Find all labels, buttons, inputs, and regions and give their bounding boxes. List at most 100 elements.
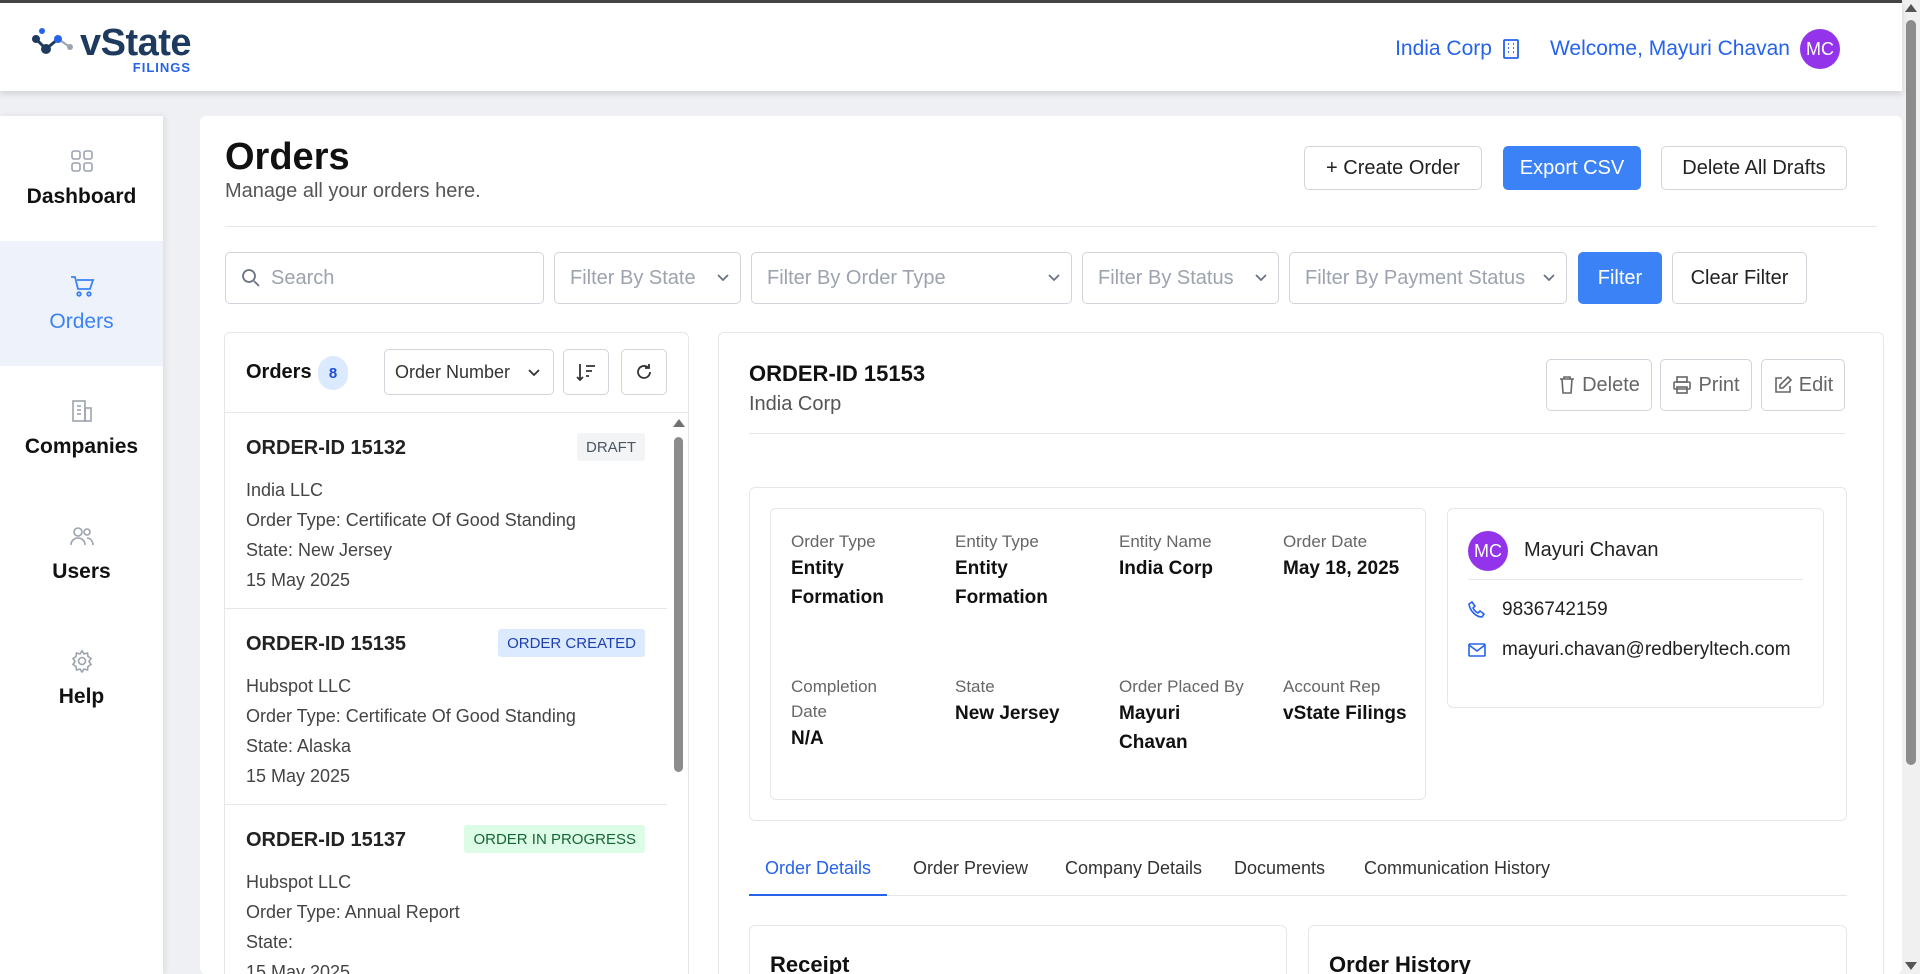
logo-network-icon	[32, 28, 73, 54]
account-rep-label: Account Rep	[1283, 677, 1381, 696]
sort-order-button[interactable]	[563, 349, 609, 395]
order-item-type: Order Type: Annual Report	[246, 902, 460, 922]
welcome-text: Welcome, Mayuri Chavan	[1549, 37, 1790, 60]
vstate-logo[interactable]: vState FILINGS	[30, 24, 192, 75]
order-item-state: State:	[246, 932, 294, 952]
window-scrollbar-thumb[interactable]	[1906, 20, 1916, 765]
order-item-company: Hubspot LLC	[246, 872, 352, 892]
user-avatar[interactable]: MC	[1800, 29, 1840, 69]
order-detail-panel: ORDER-ID 15153 India Corp Delete Print E…	[718, 332, 1884, 974]
order-type-value: Entity Formation	[791, 558, 884, 608]
scroll-up-arrow-icon[interactable]	[1905, 4, 1917, 12]
delete-button[interactable]: Delete	[1546, 359, 1652, 411]
order-info-card: Order Type Entity Formation Entity Type …	[749, 487, 1847, 821]
order-item-state: State: New Jersey	[246, 540, 393, 560]
sidebar-item-orders[interactable]: Orders	[0, 241, 163, 366]
order-history-title: Order History	[1329, 952, 1471, 974]
contact-avatar: MC	[1468, 531, 1508, 571]
top-bar: vState FILINGS India Corp Welcome, Mayur…	[0, 0, 1902, 91]
cart-icon	[70, 275, 94, 297]
completion-date-label: Completion Date	[791, 677, 877, 721]
export-csv-button[interactable]: Export CSV	[1503, 146, 1641, 190]
chevron-down-icon	[1543, 274, 1555, 282]
order-list-item[interactable]: ORDER-ID 15132 India LLC Order Type: Cer…	[225, 413, 667, 609]
filter-order-type-select[interactable]: Filter By Order Type	[751, 252, 1072, 304]
order-list-item[interactable]: ORDER-ID 15135 Hubspot LLC Order Type: C…	[225, 609, 667, 805]
sidebar-item-label: Users	[52, 559, 111, 583]
print-button[interactable]: Print	[1660, 359, 1752, 411]
filter-button[interactable]: Filter	[1578, 252, 1662, 304]
order-item-type: Order Type: Certificate Of Good Standing	[246, 706, 576, 726]
window-scrollbar[interactable]	[1902, 0, 1920, 974]
order-date-value: May 18, 2025	[1283, 558, 1400, 579]
sidebar: Dashboard Orders Companies Users Help	[0, 116, 163, 974]
page-subtitle: Manage all your orders here.	[225, 180, 481, 202]
print-label: Print	[1698, 373, 1740, 396]
tab-company-details[interactable]: Company Details	[1065, 858, 1202, 896]
sidebar-item-companies[interactable]: Companies	[0, 366, 163, 491]
filter-state-select[interactable]: Filter By State	[554, 252, 741, 304]
scroll-up-arrow-icon[interactable]	[673, 419, 685, 427]
order-item-state: State: Alaska	[246, 736, 352, 756]
company-switcher[interactable]: India Corp	[1395, 37, 1520, 61]
sidebar-item-users[interactable]: Users	[0, 491, 163, 616]
sort-by-select[interactable]: Order Number	[384, 349, 554, 395]
tab-documents[interactable]: Documents	[1234, 858, 1325, 896]
clear-filter-button[interactable]: Clear Filter	[1672, 252, 1807, 304]
scroll-down-arrow-icon[interactable]	[1905, 962, 1917, 970]
order-type-label: Order Type	[791, 532, 876, 551]
filter-payment-status-select[interactable]: Filter By Payment Status	[1289, 252, 1567, 304]
delete-all-drafts-button[interactable]: Delete All Drafts	[1661, 146, 1847, 190]
order-item-type: Order Type: Certificate Of Good Standing	[246, 510, 576, 530]
sidebar-item-label: Companies	[24, 434, 139, 458]
search-input[interactable]: Search	[225, 252, 544, 304]
edit-icon	[1774, 375, 1792, 393]
filter-status-text: Filter By Status	[1098, 266, 1234, 289]
header-divider	[225, 226, 1877, 227]
edit-button[interactable]: Edit	[1761, 359, 1845, 411]
sort-descending-icon	[576, 364, 595, 382]
tab-order-preview[interactable]: Order Preview	[913, 858, 1028, 896]
chevron-down-icon	[528, 369, 540, 377]
status-badge: ORDER IN PROGRESS	[464, 825, 645, 853]
receipt-title: Receipt	[770, 952, 850, 974]
filter-state-text: Filter By State	[570, 266, 696, 289]
account-rep-value: vState Filings	[1283, 703, 1407, 724]
sort-by-value: Order Number	[395, 361, 511, 382]
entity-name-value: India Corp	[1119, 558, 1213, 579]
phone-icon	[1468, 601, 1486, 618]
orders-list-panel: Orders 8 Order Number ORDER-ID 15132 Ind…	[224, 332, 689, 974]
users-icon	[69, 526, 94, 545]
gear-icon	[71, 649, 92, 673]
chevron-down-icon	[1255, 274, 1267, 282]
sidebar-item-dashboard[interactable]: Dashboard	[0, 116, 163, 241]
main-content: Orders Manage all your orders here. + Cr…	[200, 116, 1902, 974]
dashboard-icon	[70, 149, 93, 172]
receipt-card: Receipt	[749, 925, 1287, 974]
create-order-button[interactable]: + Create Order	[1304, 146, 1482, 190]
sidebar-item-label: Orders	[49, 309, 114, 333]
refresh-button[interactable]	[621, 349, 667, 395]
order-list-item[interactable]: ORDER-ID 15137 Hubspot LLC Order Type: A…	[225, 805, 667, 974]
contact-email-row: mayuri.chavan@redberyltech.com	[1468, 639, 1791, 661]
entity-name-label: Entity Name	[1119, 532, 1212, 551]
filter-status-select[interactable]: Filter By Status	[1082, 252, 1279, 304]
order-item-date: 15 May 2025	[246, 962, 351, 974]
delete-label: Delete	[1582, 373, 1640, 396]
sidebar-item-help[interactable]: Help	[0, 616, 163, 741]
order-item-company: India LLC	[246, 480, 324, 500]
tab-order-details[interactable]: Order Details	[749, 858, 888, 896]
tab-communication-history[interactable]: Communication History	[1364, 858, 1550, 896]
order-item-company: Hubspot LLC	[246, 676, 352, 696]
scrollbar-thumb[interactable]	[674, 437, 683, 772]
contact-phone: 9836742159	[1502, 599, 1608, 620]
contact-email[interactable]: mayuri.chavan@redberyltech.com	[1502, 639, 1791, 661]
refresh-icon	[637, 364, 651, 379]
entity-type-label: Entity Type	[955, 532, 1039, 551]
detail-tabs: Order Details Order Preview Company Deta…	[749, 850, 1847, 896]
company-name: India Corp	[1395, 37, 1492, 60]
search-icon	[242, 269, 260, 287]
orders-list-scrollbar[interactable]	[669, 415, 688, 974]
status-badge: DRAFT	[577, 433, 645, 461]
orders-count-badge: 8	[318, 356, 348, 390]
